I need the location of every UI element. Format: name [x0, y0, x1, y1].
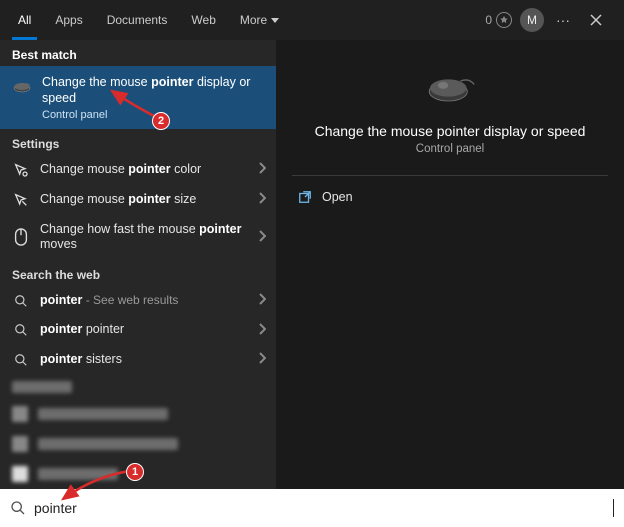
user-avatar[interactable]: M: [520, 8, 544, 32]
result-label: Change mouse pointer size: [40, 192, 248, 208]
tab-all[interactable]: All: [6, 0, 43, 40]
chevron-right-icon: [258, 192, 266, 207]
redacted-section-header: [0, 375, 276, 399]
best-match-title: Change the mouse pointer display or spee…: [42, 74, 264, 107]
rewards-indicator[interactable]: 0: [485, 12, 512, 28]
tab-more[interactable]: More: [228, 0, 291, 40]
result-label: Change how fast the mouse pointer moves: [40, 222, 248, 253]
rewards-points: 0: [485, 13, 492, 27]
highlight: pointer: [151, 75, 193, 89]
search-icon: [12, 353, 30, 367]
chevron-right-icon: [258, 162, 266, 177]
result-label: pointer sisters: [40, 352, 248, 368]
chevron-right-icon: [258, 230, 266, 245]
user-initial: M: [527, 13, 537, 27]
best-match-result[interactable]: Change the mouse pointer display or spee…: [0, 66, 276, 129]
chevron-right-icon: [258, 323, 266, 338]
open-action[interactable]: Open: [276, 180, 624, 214]
close-button[interactable]: [582, 14, 610, 26]
search-bar[interactable]: [0, 489, 624, 527]
results-list-pane: Best match Change the mouse pointer disp…: [0, 40, 276, 489]
annotation-badge-1: 1: [126, 463, 144, 481]
section-best-match: Best match: [0, 40, 276, 66]
annotation-badge-2: 2: [152, 112, 170, 130]
tab-label: More: [240, 13, 267, 27]
search-icon: [10, 500, 26, 516]
redacted-result[interactable]: [0, 429, 276, 459]
tab-web[interactable]: Web: [179, 0, 227, 40]
chevron-right-icon: [258, 293, 266, 308]
web-result-pointer[interactable]: pointer - See web results: [0, 286, 276, 316]
search-input[interactable]: [34, 500, 611, 516]
web-result-pointer-pointer[interactable]: pointer pointer: [0, 315, 276, 345]
open-icon: [298, 190, 312, 204]
settings-result-pointer-size[interactable]: Change mouse pointer size: [0, 185, 276, 215]
result-label: pointer pointer: [40, 322, 248, 338]
mouse-icon: [424, 72, 476, 109]
open-label: Open: [322, 190, 353, 204]
redacted-result[interactable]: [0, 399, 276, 429]
medal-icon: [496, 12, 512, 28]
tab-label: Apps: [55, 13, 82, 27]
search-category-tabs: All Apps Documents Web More 0 M ···: [0, 0, 624, 40]
close-icon: [590, 14, 602, 26]
tab-apps[interactable]: Apps: [43, 0, 94, 40]
text: Change the mouse: [42, 75, 151, 89]
mouse-icon: [12, 76, 32, 98]
tab-label: Web: [191, 13, 215, 27]
settings-result-pointer-color[interactable]: Change mouse pointer color: [0, 155, 276, 185]
text-caret: [613, 499, 614, 517]
best-match-text: Change the mouse pointer display or spee…: [42, 74, 264, 121]
preview-subtitle: Control panel: [416, 143, 484, 155]
search-results-area: Best match Change the mouse pointer disp…: [0, 40, 624, 489]
chevron-down-icon: [271, 18, 279, 23]
tab-documents[interactable]: Documents: [95, 0, 180, 40]
preview-header: Change the mouse pointer display or spee…: [276, 40, 624, 169]
tab-label: All: [18, 13, 31, 27]
search-icon: [12, 294, 30, 308]
pointer-color-icon: [12, 162, 30, 178]
divider: [292, 175, 608, 176]
section-search-web: Search the web: [0, 260, 276, 286]
mouse-outline-icon: [12, 228, 30, 246]
section-settings: Settings: [0, 129, 276, 155]
preview-title: Change the mouse pointer display or spee…: [315, 123, 586, 139]
result-label: pointer - See web results: [40, 293, 248, 309]
chevron-right-icon: [258, 352, 266, 367]
preview-pane: Change the mouse pointer display or spee…: [276, 40, 624, 489]
search-icon: [12, 323, 30, 337]
more-options-button[interactable]: ···: [552, 12, 574, 28]
tab-label: Documents: [107, 13, 168, 27]
web-result-pointer-sisters[interactable]: pointer sisters: [0, 345, 276, 375]
result-label: Change mouse pointer color: [40, 162, 248, 178]
settings-result-pointer-speed[interactable]: Change how fast the mouse pointer moves: [0, 215, 276, 260]
pointer-size-icon: [12, 192, 30, 208]
